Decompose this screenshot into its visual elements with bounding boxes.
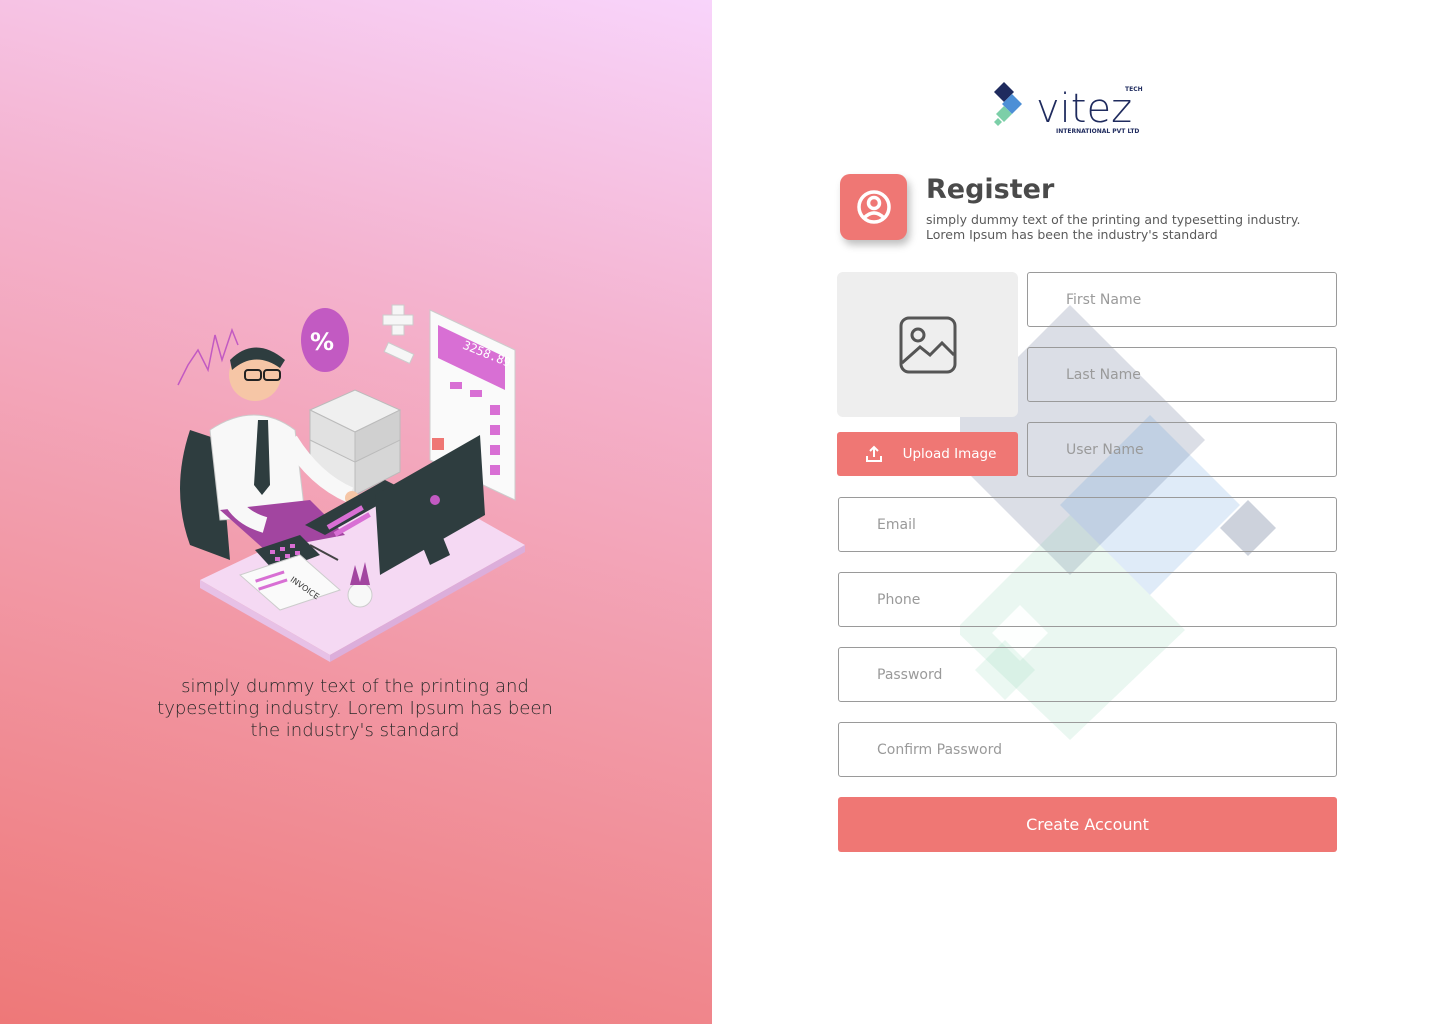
page-title: Register bbox=[926, 174, 1055, 205]
office-worker-illustration: 3258.89 % INVOICE bbox=[177, 304, 525, 662]
left-panel: 3258.89 % INVOICE simply dummy text of t… bbox=[0, 0, 712, 1024]
register-icon-box bbox=[840, 174, 907, 240]
brand-name: vitez bbox=[1036, 86, 1132, 132]
brand-subtitle: INTERNATIONAL PVT LTD bbox=[1056, 128, 1139, 135]
first-name-field[interactable] bbox=[1027, 272, 1337, 327]
profile-image-placeholder[interactable] bbox=[837, 272, 1018, 417]
create-account-button[interactable]: Create Account bbox=[838, 797, 1337, 852]
phone-field[interactable] bbox=[838, 572, 1337, 627]
brand-tag: TECH bbox=[1125, 86, 1143, 93]
svg-text:%: % bbox=[310, 328, 334, 356]
upload-icon bbox=[859, 445, 889, 463]
user-circle-icon bbox=[856, 190, 891, 224]
confirm-password-field[interactable] bbox=[838, 722, 1337, 777]
last-name-field[interactable] bbox=[1027, 347, 1337, 402]
image-icon bbox=[899, 316, 956, 373]
page-subtitle: simply dummy text of the printing and ty… bbox=[926, 212, 1301, 242]
upload-image-label: Upload Image bbox=[902, 446, 997, 462]
email-field[interactable] bbox=[838, 497, 1337, 552]
user-name-field[interactable] bbox=[1027, 422, 1337, 477]
upload-image-button[interactable]: Upload Image bbox=[837, 432, 1018, 476]
left-caption: simply dummy text of the printing and ty… bbox=[157, 676, 553, 741]
brand-logo: vitez TECH INTERNATIONAL PVT LTD bbox=[994, 82, 1143, 135]
password-field[interactable] bbox=[838, 647, 1337, 702]
